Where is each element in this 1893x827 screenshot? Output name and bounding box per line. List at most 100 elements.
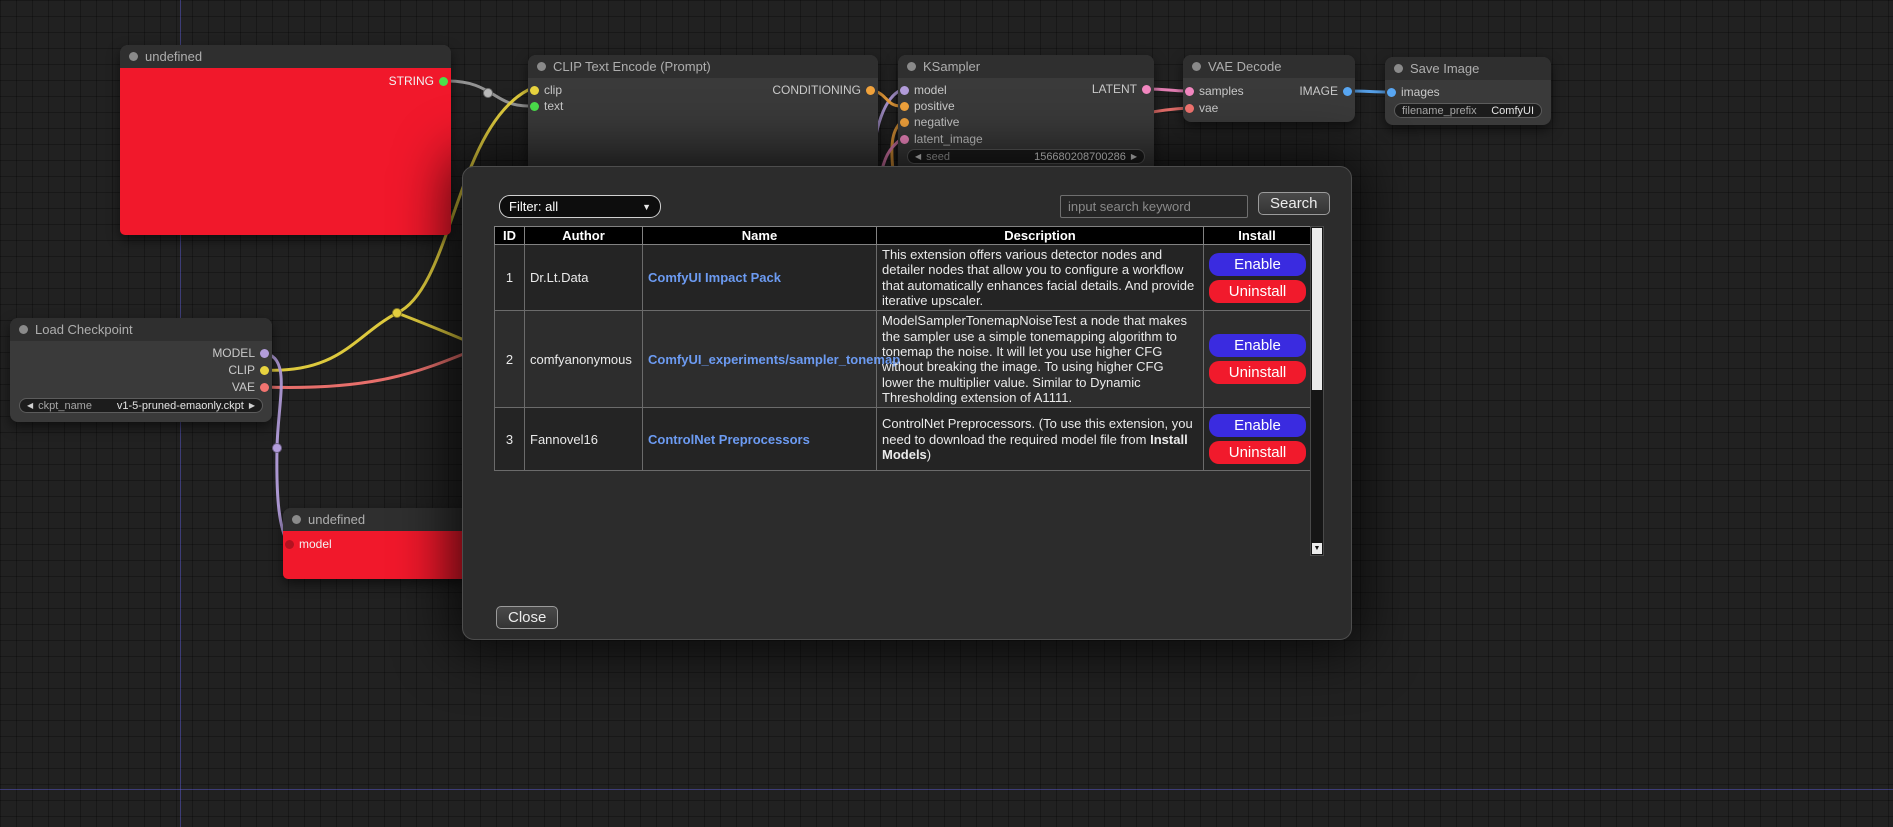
uninstall-button-row-2[interactable]: Uninstall bbox=[1209, 361, 1306, 384]
input-slot-samples[interactable]: samples bbox=[1185, 84, 1244, 98]
enable-button-row-1[interactable]: Enable bbox=[1209, 253, 1306, 276]
output-slot-clip[interactable]: CLIP bbox=[228, 363, 269, 377]
port-icon[interactable] bbox=[1142, 85, 1151, 94]
filename-prefix-widget[interactable]: filename_prefix ComfyUI bbox=[1394, 103, 1542, 118]
uninstall-button-row-1[interactable]: Uninstall bbox=[1209, 280, 1306, 303]
cell-id: 1 bbox=[495, 245, 525, 311]
filter-select[interactable]: Filter: all ▼ bbox=[499, 195, 661, 218]
decrement-arrow-icon[interactable]: ◀ bbox=[915, 153, 921, 161]
table-row: 2 comfyanonymous ComfyUI_experiments/sam… bbox=[495, 311, 1311, 408]
port-icon[interactable] bbox=[530, 86, 539, 95]
slot-label: CONDITIONING bbox=[772, 83, 861, 97]
reroute-dot-clip[interactable] bbox=[392, 308, 402, 318]
cell-name: ComfyUI_experiments/sampler_tonemap bbox=[643, 311, 877, 408]
port-icon[interactable] bbox=[900, 118, 909, 127]
input-slot-positive[interactable]: positive bbox=[900, 99, 955, 113]
port-icon[interactable] bbox=[439, 77, 448, 86]
collapse-dot-icon[interactable] bbox=[129, 52, 138, 61]
node-body: model bbox=[283, 531, 468, 579]
slot-label: latent_image bbox=[914, 132, 983, 146]
port-icon[interactable] bbox=[866, 86, 875, 95]
scrollbar[interactable]: ▼ bbox=[1310, 226, 1324, 556]
output-slot-model[interactable]: MODEL bbox=[212, 346, 269, 360]
collapse-dot-icon[interactable] bbox=[907, 62, 916, 71]
slot-label: negative bbox=[914, 115, 959, 129]
collapse-dot-icon[interactable] bbox=[1192, 62, 1201, 71]
node-title: Save Image bbox=[1410, 61, 1479, 76]
increment-arrow-icon[interactable]: ▶ bbox=[1131, 153, 1137, 161]
port-icon[interactable] bbox=[260, 366, 269, 375]
close-button[interactable]: Close bbox=[496, 606, 558, 629]
node-title-bar[interactable]: Load Checkpoint bbox=[10, 318, 272, 341]
node-title-bar[interactable]: undefined bbox=[283, 508, 468, 531]
node-ksampler[interactable]: KSampler model positive negative latent_… bbox=[898, 55, 1154, 173]
extension-link[interactable]: ComfyUI_experiments/sampler_tonemap bbox=[648, 352, 900, 367]
port-icon[interactable] bbox=[1185, 87, 1194, 96]
seed-widget[interactable]: ◀ seed 156680208700286 ▶ bbox=[907, 149, 1145, 164]
enable-button-row-2[interactable]: Enable bbox=[1209, 334, 1306, 357]
port-icon[interactable] bbox=[260, 383, 269, 392]
collapse-dot-icon[interactable] bbox=[1394, 64, 1403, 73]
node-canvas[interactable]: undefined STRING CLIP Text Encode (Promp… bbox=[0, 0, 1893, 827]
collapse-dot-icon[interactable] bbox=[537, 62, 546, 71]
slot-label: model bbox=[299, 537, 332, 551]
search-button[interactable]: Search bbox=[1258, 192, 1330, 215]
table-header-row: ID Author Name Description Install bbox=[495, 227, 1311, 245]
enable-button-row-3[interactable]: Enable bbox=[1209, 414, 1306, 437]
node-load-checkpoint[interactable]: Load Checkpoint MODEL CLIP VAE ◀ ckpt_na… bbox=[10, 318, 272, 422]
node-title-bar[interactable]: undefined bbox=[120, 45, 451, 68]
input-slot-images[interactable]: images bbox=[1387, 85, 1440, 99]
port-icon[interactable] bbox=[285, 540, 294, 549]
slot-label: vae bbox=[1199, 101, 1218, 115]
node-clip-text-encode[interactable]: CLIP Text Encode (Prompt) clip text COND… bbox=[528, 55, 878, 175]
collapse-dot-icon[interactable] bbox=[292, 515, 301, 524]
output-slot-conditioning[interactable]: CONDITIONING bbox=[772, 83, 875, 97]
reroute-dot-model[interactable] bbox=[272, 443, 282, 453]
port-icon[interactable] bbox=[1343, 87, 1352, 96]
table-row: 3 Fannovel16 ControlNet Preprocessors Co… bbox=[495, 408, 1311, 471]
node-title-bar[interactable]: CLIP Text Encode (Prompt) bbox=[528, 55, 878, 78]
ckpt-name-widget[interactable]: ◀ ckpt_name v1-5-pruned-emaonly.ckpt ▶ bbox=[19, 398, 263, 413]
port-icon[interactable] bbox=[900, 102, 909, 111]
widget-value: v1-5-pruned-emaonly.ckpt bbox=[117, 400, 244, 412]
port-icon[interactable] bbox=[530, 102, 539, 111]
extension-link[interactable]: ControlNet Preprocessors bbox=[648, 432, 810, 447]
input-slot-text[interactable]: text bbox=[530, 99, 563, 113]
increment-arrow-icon[interactable]: ▶ bbox=[249, 402, 255, 410]
node-title-bar[interactable]: Save Image bbox=[1385, 57, 1551, 80]
decrement-arrow-icon[interactable]: ◀ bbox=[27, 402, 33, 410]
reroute-dot-string[interactable] bbox=[483, 88, 493, 98]
extension-manager-dialog: Filter: all ▼ Search ID Author Name Desc… bbox=[462, 166, 1352, 640]
slot-label: IMAGE bbox=[1299, 84, 1338, 98]
input-slot-vae[interactable]: vae bbox=[1185, 101, 1218, 115]
output-slot-string[interactable]: STRING bbox=[389, 74, 448, 88]
slot-label: CLIP bbox=[228, 363, 255, 377]
node-save-image[interactable]: Save Image images filename_prefix ComfyU… bbox=[1385, 57, 1551, 125]
input-slot-negative[interactable]: negative bbox=[900, 115, 959, 129]
port-icon[interactable] bbox=[1387, 88, 1396, 97]
output-slot-image[interactable]: IMAGE bbox=[1299, 84, 1352, 98]
input-slot-model[interactable]: model bbox=[900, 83, 947, 97]
extension-link[interactable]: ComfyUI Impact Pack bbox=[648, 270, 781, 285]
node-undefined-top[interactable]: undefined STRING bbox=[120, 45, 451, 235]
output-slot-vae[interactable]: VAE bbox=[232, 380, 269, 394]
input-slot-model[interactable]: model bbox=[285, 537, 332, 551]
port-icon[interactable] bbox=[900, 135, 909, 144]
node-undefined-bottom[interactable]: undefined model bbox=[283, 508, 468, 579]
output-slot-latent[interactable]: LATENT bbox=[1092, 82, 1151, 96]
input-slot-clip[interactable]: clip bbox=[530, 83, 562, 97]
node-body: images filename_prefix ComfyUI bbox=[1385, 80, 1551, 125]
node-title-bar[interactable]: VAE Decode bbox=[1183, 55, 1355, 78]
scrollbar-thumb[interactable] bbox=[1312, 228, 1322, 390]
node-vae-decode[interactable]: VAE Decode samples vae IMAGE bbox=[1183, 55, 1355, 122]
scroll-down-icon[interactable]: ▼ bbox=[1312, 543, 1322, 554]
uninstall-button-row-3[interactable]: Uninstall bbox=[1209, 441, 1306, 464]
port-icon[interactable] bbox=[260, 349, 269, 358]
input-slot-latent-image[interactable]: latent_image bbox=[900, 132, 983, 146]
port-icon[interactable] bbox=[900, 86, 909, 95]
node-title-bar[interactable]: KSampler bbox=[898, 55, 1154, 78]
port-icon[interactable] bbox=[1185, 104, 1194, 113]
node-title: Load Checkpoint bbox=[35, 322, 133, 337]
collapse-dot-icon[interactable] bbox=[19, 325, 28, 334]
search-input[interactable] bbox=[1060, 195, 1248, 218]
